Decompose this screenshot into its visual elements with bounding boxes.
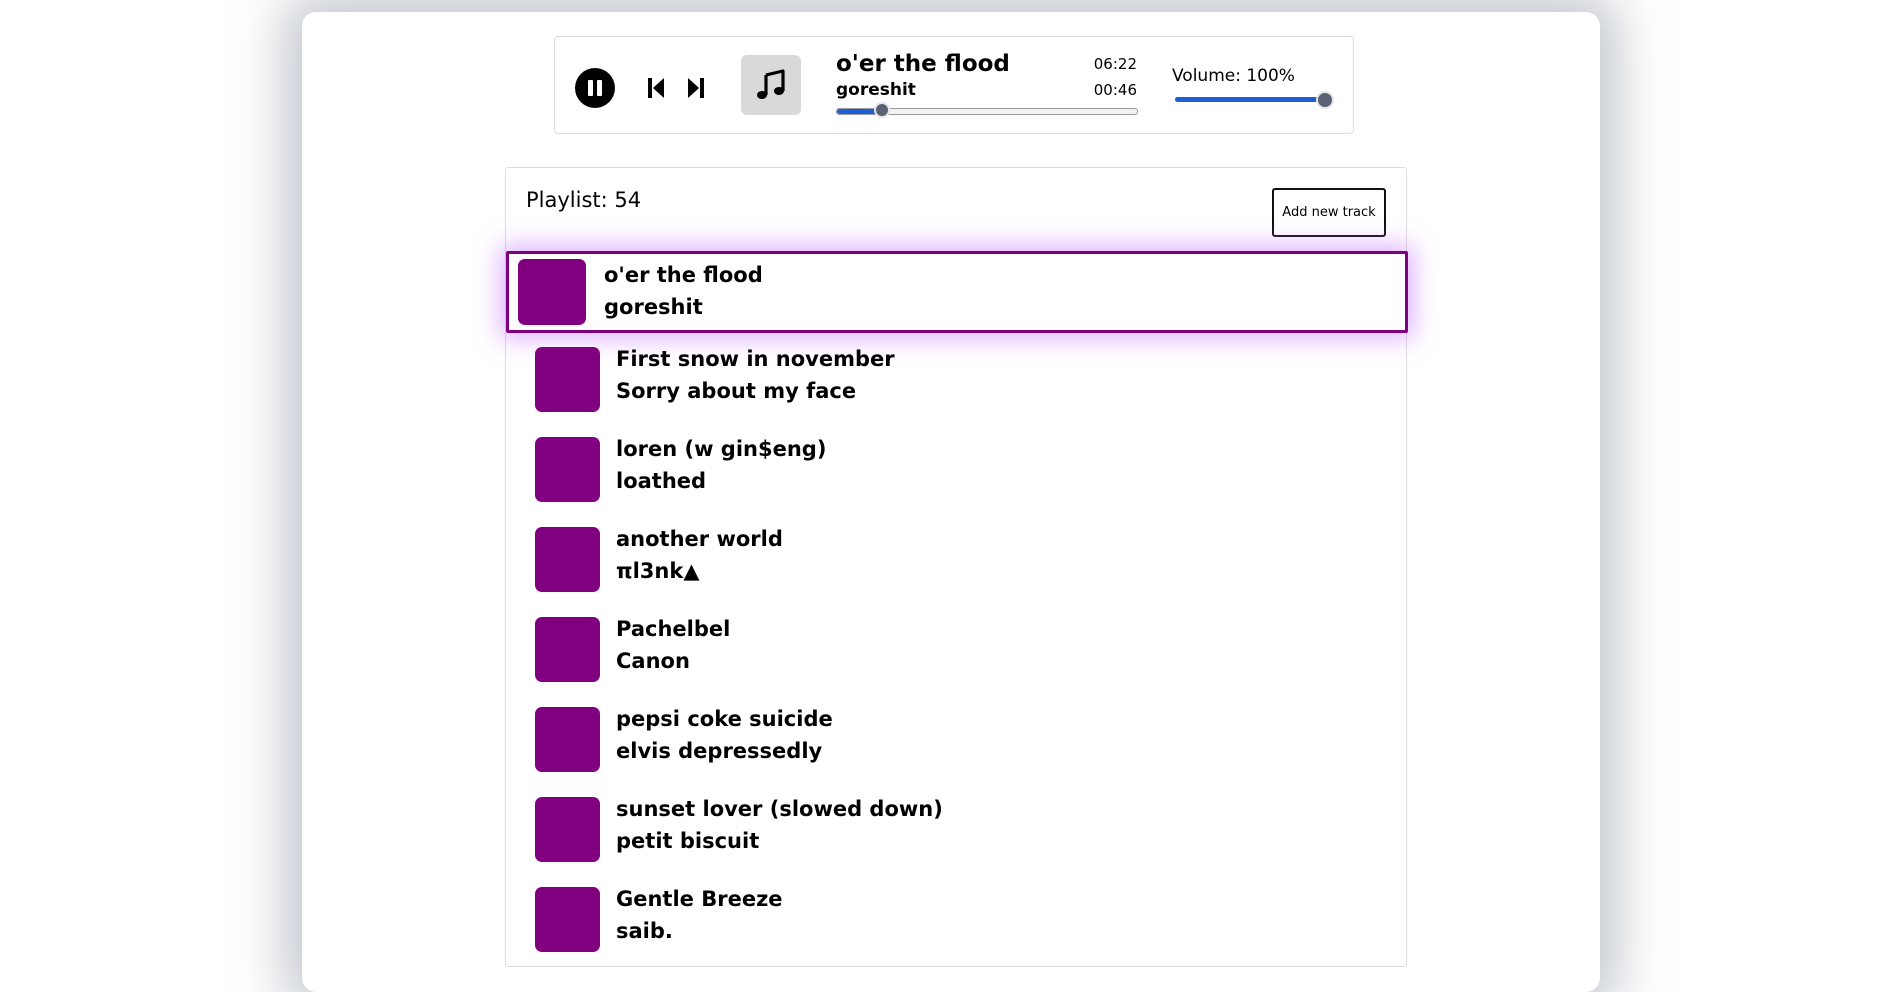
track-thumbnail (535, 437, 600, 502)
play-pause-button[interactable] (575, 68, 615, 108)
track-thumbnail (535, 347, 600, 412)
track-artist: petit biscuit (616, 829, 760, 853)
track-artist: elvis depressedly (616, 739, 823, 763)
playlist-item[interactable]: pepsi coke suicide elvis depressedly (506, 701, 1408, 783)
track-thumbnail (535, 707, 600, 772)
track-thumbnail (518, 259, 586, 325)
volume-slider[interactable] (1175, 91, 1334, 109)
progress-slider[interactable] (836, 102, 1138, 118)
playlist-item-active[interactable]: o'er the flood goreshit (506, 251, 1408, 333)
playlist-panel: Playlist: 54 Add new track o'er the floo… (505, 167, 1408, 967)
playlist-heading: Playlist: 54 (526, 188, 642, 212)
now-playing-artist: goreshit (836, 80, 916, 100)
track-title: Pachelbel (616, 617, 731, 641)
track-title: loren (w gin$eng) (616, 437, 827, 461)
track-title: o'er the flood (604, 263, 763, 287)
playlist-item[interactable]: another world πl3nk▲ (506, 521, 1408, 603)
add-track-button[interactable]: Add new track (1272, 188, 1386, 237)
playlist-item[interactable]: First snow in november Sorry about my fac… (506, 341, 1408, 423)
previous-track-button[interactable] (645, 74, 667, 102)
volume-label: Volume: 100% (1172, 66, 1295, 86)
track-duration: 06:22 (1093, 55, 1137, 73)
skip-next-icon (688, 78, 704, 98)
track-title: Gentle Breeze (616, 887, 783, 911)
volume-fill (1175, 97, 1325, 102)
track-artist: loathed (616, 469, 707, 493)
playlist-item[interactable]: sunset lover (slowed down) petit biscuit (506, 791, 1408, 873)
track-artist: goreshit (604, 295, 703, 319)
track-title: another world (616, 527, 783, 551)
track-title: pepsi coke suicide (616, 707, 833, 731)
track-thumbnail (535, 797, 600, 862)
next-track-button[interactable] (685, 74, 707, 102)
skip-previous-icon (648, 78, 664, 98)
track-thumbnail (535, 887, 600, 952)
player-bar: o'er the flood goreshit 06:22 00:46 Volu… (554, 36, 1354, 134)
playlist-item[interactable]: Gentle Breeze saib. (506, 881, 1408, 963)
track-artist: Sorry about my face (616, 379, 857, 403)
volume-handle[interactable] (1316, 91, 1334, 109)
track-title: First snow in november (616, 347, 895, 371)
track-artist: πl3nk▲ (616, 559, 700, 583)
current-time: 00:46 (1093, 81, 1137, 99)
track-title: sunset lover (slowed down) (616, 797, 943, 821)
now-playing-cover (741, 55, 801, 115)
now-playing-title: o'er the flood (836, 51, 1010, 77)
music-note-icon (757, 69, 785, 99)
track-artist: saib. (616, 919, 673, 943)
track-thumbnail (535, 617, 600, 682)
playlist-item[interactable]: Pachelbel Canon (506, 611, 1408, 693)
playlist-item[interactable]: loren (w gin$eng) loathed (506, 431, 1408, 513)
track-artist: Canon (616, 649, 690, 673)
track-thumbnail (535, 527, 600, 592)
progress-handle[interactable] (874, 102, 890, 118)
